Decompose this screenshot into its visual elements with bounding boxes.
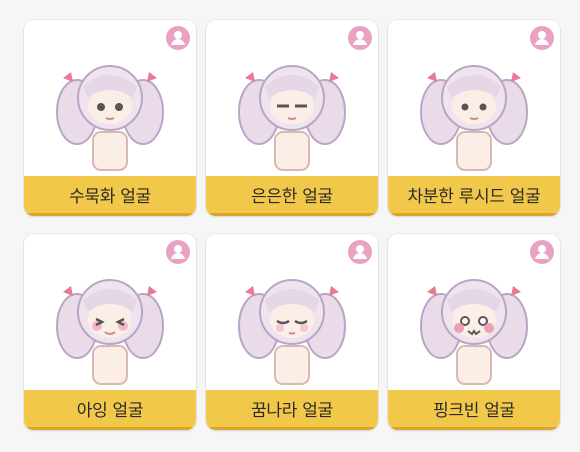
face-label: 차분한 루시드 얼굴 [388, 176, 560, 216]
face-card[interactable]: 수묵화 얼굴 [24, 20, 196, 216]
face-card[interactable]: 꿈나라 얼굴 [206, 234, 378, 430]
character-sprite [238, 65, 346, 171]
face-card[interactable]: 아잉 얼굴 [24, 234, 196, 430]
face-card[interactable]: 핑크빈 얼굴 [388, 234, 560, 430]
face-label: 핑크빈 얼굴 [388, 390, 560, 430]
face-label: 은은한 얼굴 [206, 176, 378, 216]
character-sprite [56, 65, 164, 171]
character-sprite [420, 279, 528, 385]
face-card[interactable]: 차분한 루시드 얼굴 [388, 20, 560, 216]
face-grid: 수묵화 얼굴 은은한 얼굴 차분한 루시드 얼굴 아잉 얼굴 꿈나라 얼굴 핑크… [0, 0, 580, 452]
face-card[interactable]: 은은한 얼굴 [206, 20, 378, 216]
character-sprite [56, 279, 164, 385]
face-label: 꿈나라 얼굴 [206, 390, 378, 430]
character-sprite [238, 279, 346, 385]
character-sprite [420, 65, 528, 171]
face-label: 수묵화 얼굴 [24, 176, 196, 216]
face-label: 아잉 얼굴 [24, 390, 196, 430]
